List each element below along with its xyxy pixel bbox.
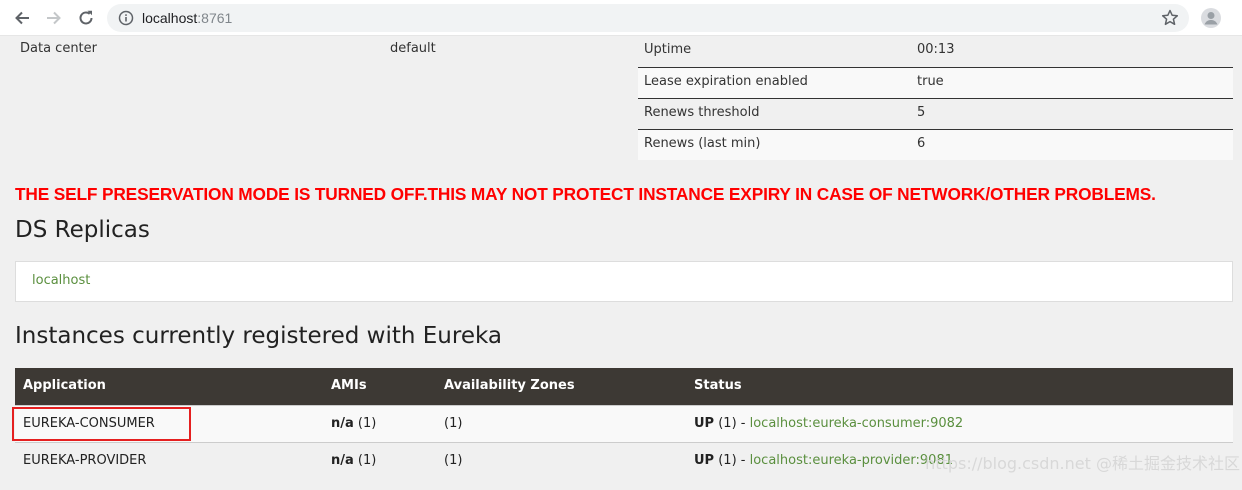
address-bar[interactable]: localhost:8761 [107,4,1189,32]
info-icon[interactable] [118,10,134,26]
zones-cell: (1) [444,453,463,468]
header-zones: Availability Zones [444,378,575,393]
status-count: (1) - [714,416,750,431]
status-cell: UP (1) - localhost:eureka-consumer:9082 [694,416,963,431]
status-row-lease: Lease expiration enabled true [638,67,1233,98]
url-host: localhost [142,10,198,26]
status-count: (1) - [714,453,750,468]
ami-value: n/a [331,453,354,468]
status-row-renews: Renews (last min) 6 [638,129,1233,160]
browser-toolbar: localhost:8761 [0,0,1242,36]
instances-title: Instances currently registered with Eure… [15,323,502,349]
status-row-uptime: Uptime 00:13 [638,36,1233,67]
ami-count: (1) [353,453,377,468]
watermark: https://blog.csdn.net @稀土掘金技术社区 [925,454,1240,473]
status-value: 00:13 [917,42,955,57]
ami-cell: n/a (1) [331,416,376,431]
data-center-value: default [390,41,436,56]
reload-icon[interactable] [75,7,97,29]
status-label: Renews (last min) [644,136,761,151]
system-status-table: Uptime 00:13 Lease expiration enabled tr… [638,36,1233,160]
status-row-threshold: Renews threshold 5 [638,98,1233,129]
status-value: true [917,74,944,89]
status-label: Renews threshold [644,105,760,120]
profile-avatar-icon[interactable] [1200,7,1222,29]
url-text: localhost:8761 [142,10,232,26]
status-label: Uptime [644,42,692,57]
zones-cell: (1) [444,416,463,431]
ds-replicas-list: localhost [15,261,1233,302]
bookmark-star-icon[interactable] [1160,8,1180,28]
ami-count: (1) [353,416,377,431]
instance-link[interactable]: localhost:eureka-provider:9081 [750,453,953,468]
forward-arrow-icon[interactable] [43,7,65,29]
header-amis: AMIs [331,378,367,393]
instance-link[interactable]: localhost:eureka-consumer:9082 [750,416,964,431]
ami-value: n/a [331,416,354,431]
replica-link[interactable]: localhost [32,273,90,288]
table-header: Application AMIs Availability Zones Stat… [15,368,1233,405]
status-cell: UP (1) - localhost:eureka-provider:9081 [694,453,953,468]
application-name: EUREKA-PROVIDER [23,453,147,468]
ami-cell: n/a (1) [331,453,376,468]
application-name: EUREKA-CONSUMER [23,416,155,431]
status-value: 6 [917,136,926,151]
self-preservation-warning: THE SELF PRESERVATION MODE IS TURNED OFF… [15,184,1156,204]
status-label: Lease expiration enabled [644,74,808,89]
status-value: UP [694,416,715,431]
status-value: 5 [917,105,926,120]
back-arrow-icon[interactable] [11,7,33,29]
data-center-row: Data center default [15,36,635,67]
table-row: EUREKA-CONSUMER n/a (1) (1) UP (1) - loc… [12,405,1233,442]
data-center-label: Data center [20,41,97,56]
status-value: UP [694,453,715,468]
header-status: Status [694,378,742,393]
url-port: :8761 [197,10,233,26]
header-application: Application [23,378,106,393]
ds-replicas-title: DS Replicas [15,217,150,243]
